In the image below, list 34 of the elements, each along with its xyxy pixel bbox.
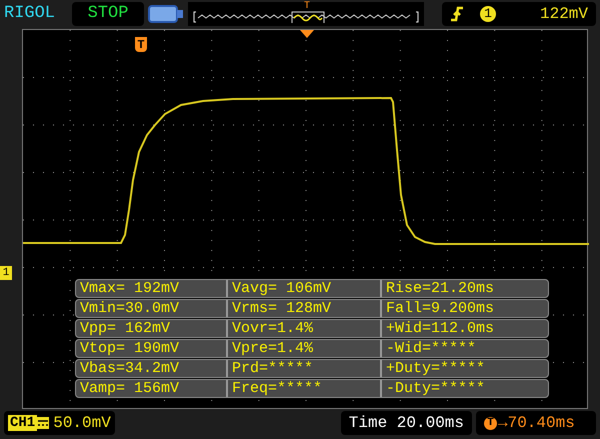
measurement-value: Prd=***** [226, 360, 380, 377]
channel-marker: 1 [0, 266, 12, 280]
trigger-offset: →70.40ms [498, 413, 575, 434]
measurement-value: +Duty=***** [380, 360, 534, 377]
measurement-value: Vovr=1.4% [226, 320, 380, 337]
dc-coupling-icon [37, 417, 50, 429]
measurement-value: Vavg= 106mV [226, 280, 380, 297]
measurement-value: Vtop= 190mV [79, 340, 180, 357]
battery-icon [148, 5, 184, 23]
measurement-value: Vbas=34.2mV [79, 360, 180, 377]
measurement-value: Vmin=30.0mV [79, 300, 180, 317]
measurement-value: +Wid=112.0ms [380, 320, 534, 337]
run-state: STOP [72, 2, 144, 26]
trigger-position-arrow [300, 30, 314, 38]
timebase: Time 20.00ms [340, 411, 472, 435]
vertical-scale: 50.0mV [53, 413, 111, 434]
trigger-position-marker: T [304, 2, 310, 12]
trigger-offset-icon: T [484, 416, 497, 430]
channel-label: CH1 [8, 415, 38, 431]
measurement-value: Freq=***** [226, 380, 380, 397]
measurement-value: Vrms= 128mV [226, 300, 380, 317]
measurement-value: Rise=21.20ms [380, 280, 534, 297]
trigger-channel: 1 [480, 6, 496, 22]
trigger-marker: T [135, 37, 147, 52]
measurement-value: Vpp= 162mV [79, 320, 172, 337]
brand-label: RIGOL [4, 3, 56, 26]
measurement-value: Vpre=1.4% [226, 340, 380, 357]
measurement-value: Vmax= 192mV [79, 280, 180, 297]
measurement-value: -Duty=***** [380, 380, 534, 397]
measurement-value: -Wid=***** [380, 340, 534, 357]
measurement-value: Fall=9.200ms [380, 300, 534, 317]
rising-edge-icon [450, 6, 464, 22]
trigger-level: 122mV [540, 4, 588, 25]
measurement-value: Vamp= 156mV [79, 380, 180, 397]
